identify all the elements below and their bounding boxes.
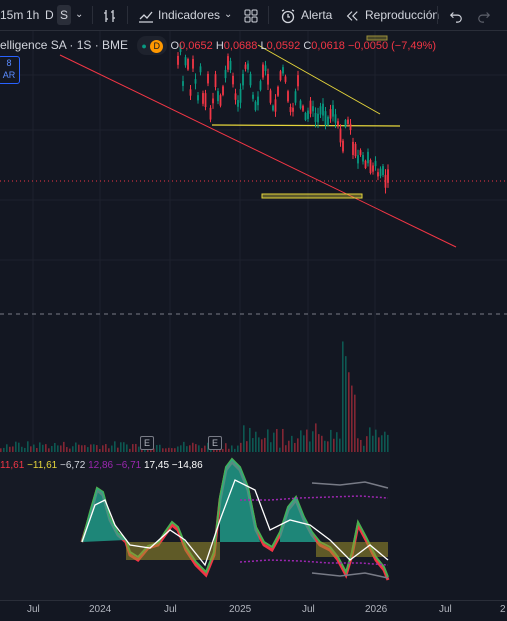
- replay-button[interactable]: Reproducción: [365, 5, 439, 25]
- interval-1h[interactable]: 1h: [26, 5, 39, 25]
- side-badge[interactable]: 8 AR: [0, 56, 20, 84]
- indicator-value-2: −11,61: [27, 460, 58, 471]
- x-tick-label: 2026: [365, 604, 388, 615]
- indicator-value-1: 11,61: [0, 460, 25, 471]
- undo-icon[interactable]: [449, 5, 463, 25]
- dividend-badge: D: [150, 40, 164, 53]
- indicators-dropdown-icon[interactable]: ⌄: [224, 5, 232, 25]
- earnings-event-badge[interactable]: E: [208, 436, 222, 450]
- x-tick-label: Jul: [27, 604, 40, 615]
- replay-icon[interactable]: [345, 5, 359, 25]
- indicator-pane: [0, 452, 390, 600]
- indicator-legend[interactable]: 11,61 −11,61 −6,72 12,86 −6,71 17,45 −14…: [0, 459, 203, 473]
- layout-grid-icon[interactable]: [243, 5, 259, 25]
- indicator-value-3: −6,72: [59, 460, 86, 471]
- symbol-legend[interactable]: elligence SA · 1S · BME ● D O0,0652 H0,0…: [0, 36, 437, 55]
- indicator-value-6: 17,45: [143, 460, 170, 471]
- x-tick-label: Jul: [439, 604, 452, 615]
- toolbar-separator: [127, 6, 128, 24]
- toolbar-separator: [268, 6, 269, 24]
- symbol-name[interactable]: elligence SA · 1S · BME: [0, 38, 128, 52]
- bar-style-icon[interactable]: [102, 5, 118, 25]
- indicators-button[interactable]: Indicadores: [158, 5, 220, 25]
- earnings-event-badge[interactable]: E: [140, 436, 154, 450]
- ohlc-values: O0,0652 H0,0688 L0,0592 C0,0618 −0,0050 …: [170, 40, 437, 52]
- market-status-pill[interactable]: ● D: [137, 36, 168, 55]
- interval-15m[interactable]: 15m: [0, 5, 23, 25]
- time-axis[interactable]: Jul 2024 Jul 2025 Jul 2026 Jul 2: [0, 600, 507, 621]
- open-value: 0,0652: [179, 40, 213, 52]
- indicator-value-5: −6,71: [115, 460, 142, 471]
- high-value: 0,0688: [223, 40, 258, 52]
- support-zone-box[interactable]: [261, 193, 363, 199]
- x-tick-label: Jul: [302, 604, 315, 615]
- toolbar-separator: [92, 6, 93, 24]
- close-value: 0,0618: [311, 40, 345, 52]
- interval-d[interactable]: D: [45, 5, 54, 25]
- x-tick-label: 2: [500, 604, 506, 615]
- x-tick-label: 2025: [229, 604, 252, 615]
- x-tick-label: Jul: [164, 604, 177, 615]
- alert-clock-icon[interactable]: [280, 5, 296, 25]
- price-chart[interactable]: [0, 31, 507, 600]
- indicator-value-4: 12,86: [88, 460, 114, 471]
- toolbar-separator: [437, 6, 438, 24]
- indicator-value-7: −14,86: [171, 460, 203, 471]
- interval-s[interactable]: S: [57, 5, 72, 25]
- indicators-icon[interactable]: [138, 5, 154, 25]
- alert-button[interactable]: Alerta: [301, 5, 332, 25]
- redo-icon[interactable]: [477, 5, 491, 25]
- low-value: 0,0592: [266, 40, 301, 52]
- candlestick-series: [177, 42, 389, 194]
- descending-trendline[interactable]: [59, 54, 457, 248]
- change-value: −0,0050 (−7,49%): [348, 40, 437, 52]
- volume-series: [0, 341, 389, 452]
- market-status-dot-icon: ●: [141, 41, 147, 51]
- x-tick-label: 2024: [89, 604, 112, 615]
- top-toolbar: 15m 1h D S ⌄ Indicadores ⌄ Alerta Reprod…: [0, 0, 507, 31]
- interval-dropdown-icon[interactable]: ⌄: [75, 5, 83, 25]
